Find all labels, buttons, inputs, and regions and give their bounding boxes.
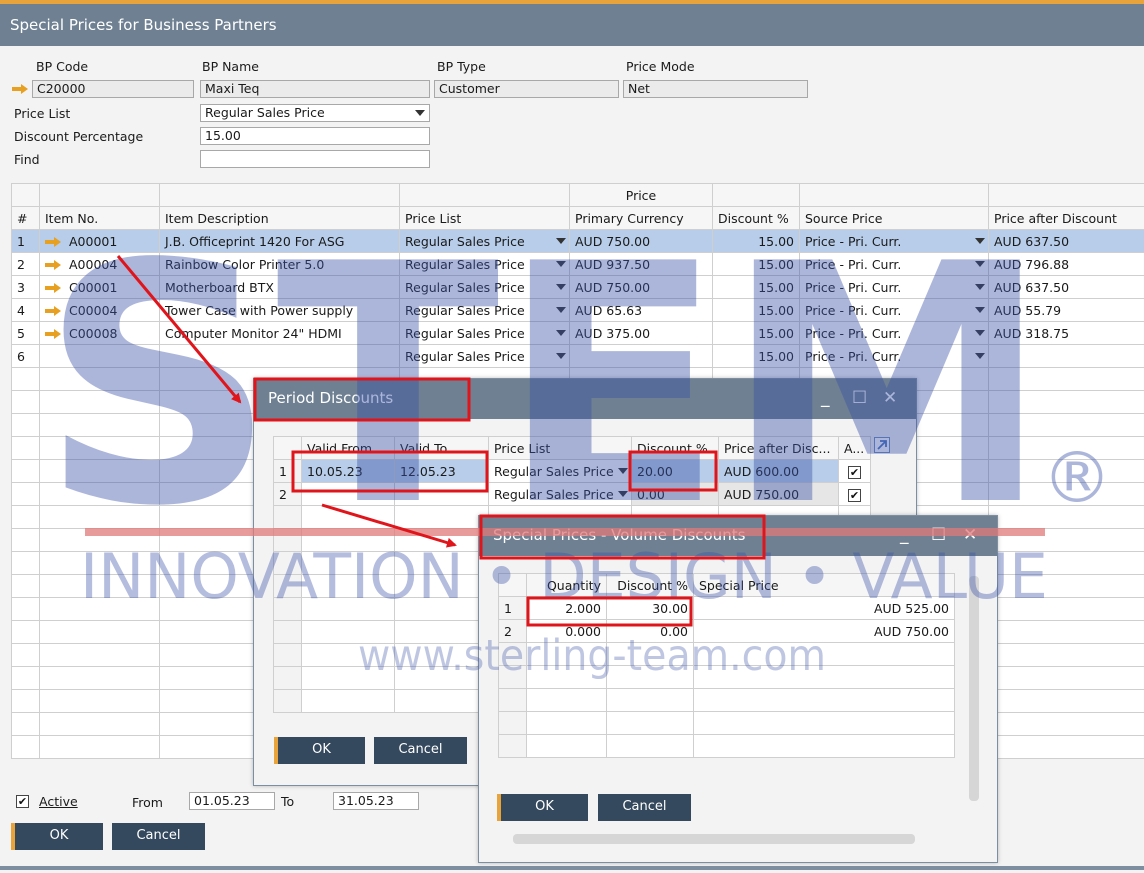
bottom-border xyxy=(0,866,1144,870)
annotation-overlay xyxy=(116,255,766,627)
annotation-arrow xyxy=(116,255,242,404)
highlight-box xyxy=(253,377,471,422)
highlight-box xyxy=(526,596,693,627)
highlight-box xyxy=(479,514,766,560)
highlight-box xyxy=(291,450,489,493)
highlight-box xyxy=(628,450,718,492)
annotation-arrow xyxy=(321,503,457,548)
